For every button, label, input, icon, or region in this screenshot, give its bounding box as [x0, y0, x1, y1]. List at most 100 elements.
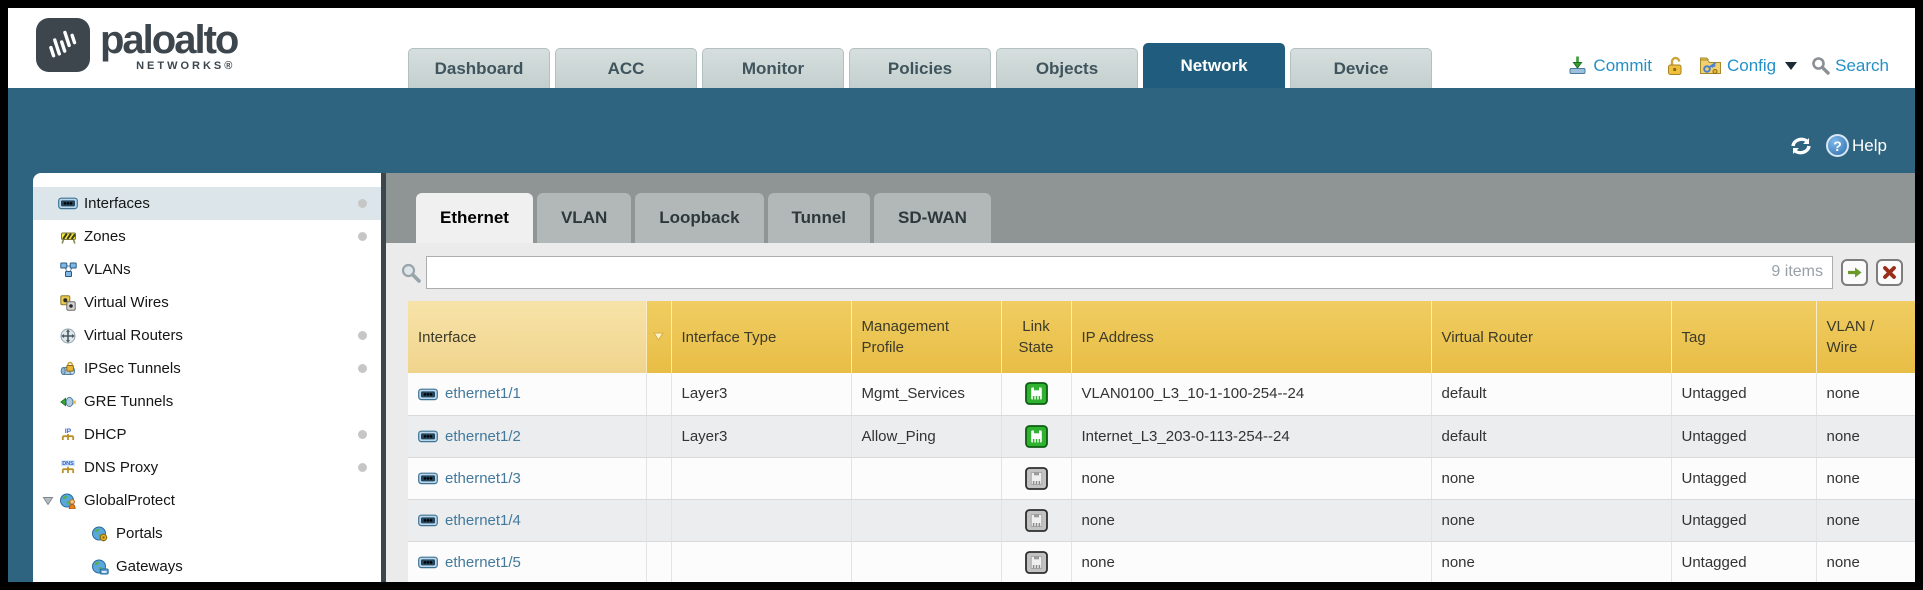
sidebar-item-virtual-routers[interactable]: Virtual Routers [33, 319, 381, 352]
app-window: paloalto NETWORKS® DashboardACCMonitorPo… [8, 8, 1915, 582]
expander-icon[interactable] [39, 496, 57, 506]
sidebar-item-vlans[interactable]: VLANs [33, 253, 381, 286]
paloalto-logo-icon [36, 18, 90, 72]
tab-policies[interactable]: Policies [849, 48, 991, 88]
sidebar-item-gateways[interactable]: Gateways [33, 550, 381, 582]
virtual-router-cell: default [1431, 373, 1671, 415]
config-button[interactable]: Config [1699, 55, 1797, 76]
sidebar-item-label: IPSec Tunnels [84, 360, 181, 377]
col-header-vlan-wire[interactable]: VLAN / Wire [1816, 301, 1915, 373]
filter-input[interactable] [426, 256, 1833, 289]
interface-link[interactable]: ethernet1/2 [445, 428, 521, 445]
tab-acc[interactable]: ACC [555, 48, 697, 88]
col-header-management-profile[interactable]: Management Profile [851, 301, 1001, 373]
sort-button[interactable] [646, 301, 671, 373]
sidebar-item-gre-tunnels[interactable]: GRE Tunnels [33, 385, 381, 418]
subtab-sd-wan[interactable]: SD-WAN [874, 193, 991, 243]
virtual-wires-icon [57, 295, 79, 311]
interface-type-cell [671, 457, 851, 499]
sidebar-list: Interfaces Zones VLANs Virtual WiresVirtual… [33, 187, 381, 582]
sidebar: Interfaces Zones VLANs Virtual WiresVirtual… [33, 173, 381, 582]
sort-spacer-cell [646, 457, 671, 499]
item-dot [358, 199, 367, 208]
col-header-ip-address[interactable]: IP Address [1071, 301, 1431, 373]
sidebar-item-virtual-wires[interactable]: Virtual Wires [33, 286, 381, 319]
interface-link[interactable]: ethernet1/5 [445, 554, 521, 571]
interface-link[interactable]: ethernet1/1 [445, 385, 521, 402]
management-profile-cell: Allow_Ping [851, 415, 1001, 457]
interface-link[interactable]: ethernet1/3 [445, 470, 521, 487]
management-profile-cell: Mgmt_Services [851, 373, 1001, 415]
interface-type-cell: Layer3 [671, 415, 851, 457]
link-up-icon [1025, 427, 1048, 444]
interface-type-cell [671, 499, 851, 541]
subtab-tunnel[interactable]: Tunnel [768, 193, 870, 243]
main-body: 9 items Interface Interface Type Managemen… [386, 243, 1915, 582]
table-header-row: Interface Interface Type Management Profil… [408, 301, 1915, 373]
col-header-tag[interactable]: Tag [1671, 301, 1816, 373]
content-area: InterfacesZonesVLANsVirtual WiresVirtual… [8, 173, 1915, 582]
sidebar-item-label: Interfaces [84, 195, 150, 212]
table-row[interactable]: ethernet1/3nonenoneUntaggednone [408, 457, 1915, 499]
sidebar-item-globalprotect[interactable]: GlobalProtect [33, 484, 381, 517]
config-label: Config [1727, 56, 1776, 76]
col-header-label: Management Profile [862, 318, 950, 356]
tab-dashboard[interactable]: Dashboard [408, 48, 550, 88]
col-header-virtual-router[interactable]: Virtual Router [1431, 301, 1671, 373]
tab-device[interactable]: Device [1290, 48, 1432, 88]
ip-address-cell: none [1071, 541, 1431, 582]
primary-nav: DashboardACCMonitorPoliciesObjectsNetwor… [408, 43, 1432, 88]
apply-filter-button[interactable] [1841, 259, 1868, 286]
tag-cell: Untagged [1671, 499, 1816, 541]
commit-button[interactable]: Commit [1567, 55, 1652, 76]
tab-monitor[interactable]: Monitor [702, 48, 844, 88]
link-state-cell [1001, 499, 1071, 541]
table-row[interactable]: ethernet1/2Layer3Allow_PingInternet_L3_2… [408, 415, 1915, 457]
link-state-cell [1001, 541, 1071, 582]
filter-bar: 9 items [400, 255, 1903, 289]
sort-spacer-cell [646, 373, 671, 415]
col-header-link-state[interactable]: Link State [1001, 301, 1071, 373]
subtab-ethernet[interactable]: Ethernet [416, 193, 533, 243]
sort-spacer-cell [646, 541, 671, 582]
tag-cell: Untagged [1671, 415, 1816, 457]
sidebar-item-dhcp[interactable]: IPDHCP [33, 418, 381, 451]
brand-logo: paloalto NETWORKS® [36, 18, 237, 72]
interfaces-icon [57, 197, 79, 210]
virtual-router-cell: none [1431, 457, 1671, 499]
table-row[interactable]: ethernet1/5nonenoneUntaggednone [408, 541, 1915, 582]
top-actions: Commit Config Search [1567, 55, 1889, 76]
item-dot [358, 331, 367, 340]
virtual-router-cell: default [1431, 415, 1671, 457]
subtab-loopback[interactable]: Loopback [635, 193, 763, 243]
table-row[interactable]: ethernet1/4nonenoneUntaggednone [408, 499, 1915, 541]
search-button[interactable]: Search [1811, 56, 1889, 76]
vlan-wire-cell: none [1816, 415, 1915, 457]
sidebar-item-dns-proxy[interactable]: DNSDNS Proxy [33, 451, 381, 484]
col-header-label: VLAN / Wire [1827, 316, 1885, 358]
main-tab-bar: EthernetVLANLoopbackTunnelSD-WAN [386, 173, 1915, 243]
sidebar-item-interfaces[interactable]: Interfaces [33, 187, 381, 220]
vlan-wire-cell: none [1816, 541, 1915, 582]
interface-link[interactable]: ethernet1/4 [445, 512, 521, 529]
sort-spacer-cell [646, 499, 671, 541]
virtual-router-cell: none [1431, 499, 1671, 541]
sidebar-item-label: VLANs [84, 261, 131, 278]
table-row[interactable]: ethernet1/1Layer3Mgmt_ServicesVLAN0100_L… [408, 373, 1915, 415]
col-header-interface[interactable]: Interface [408, 301, 646, 373]
col-header-interface-type[interactable]: Interface Type [671, 301, 851, 373]
link-up-icon [1025, 385, 1048, 402]
help-button[interactable]: ? Help [1826, 134, 1887, 157]
tab-objects[interactable]: Objects [996, 48, 1138, 88]
sidebar-item-zones[interactable]: Zones [33, 220, 381, 253]
refresh-icon[interactable] [1788, 135, 1814, 157]
sidebar-item-label: Portals [116, 525, 163, 542]
subtab-vlan[interactable]: VLAN [537, 193, 631, 243]
clear-filter-button[interactable] [1876, 259, 1903, 286]
interface-icon [418, 470, 438, 487]
sidebar-item-ipsec-tunnels[interactable]: IPSec Tunnels [33, 352, 381, 385]
tab-network[interactable]: Network [1143, 43, 1285, 88]
interfaces-table: Interface Interface Type Management Profil… [408, 301, 1915, 582]
lock-icon[interactable] [1666, 55, 1685, 76]
sidebar-item-portals[interactable]: Portals [33, 517, 381, 550]
